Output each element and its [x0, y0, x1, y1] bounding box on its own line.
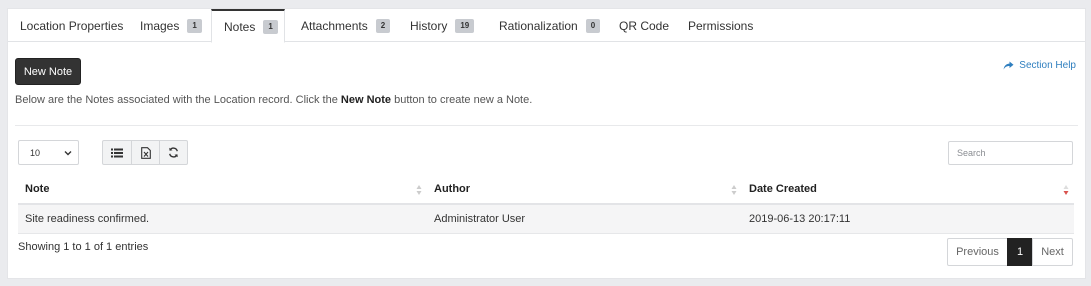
notes-panel: Location Properties Images 1 Notes 1 Att… — [7, 8, 1086, 279]
tab-label: Images — [140, 19, 180, 33]
description-before: Below are the Notes associated with the … — [15, 94, 341, 106]
sort-icon — [416, 185, 422, 195]
tab-label: Location Properties — [20, 19, 124, 33]
divider — [15, 125, 1078, 126]
tab-images[interactable]: Images 1 — [140, 9, 202, 43]
column-header-author[interactable]: Author — [427, 174, 742, 205]
count-badge: 1 — [263, 19, 278, 34]
count-badge: 0 — [585, 19, 601, 33]
pagination: Previous 1 Next — [947, 238, 1073, 266]
cell-date-created: 2019-06-13 20:17:11 — [742, 204, 1074, 234]
refresh-button[interactable] — [159, 140, 188, 165]
table-header-row: Note Author Date Created — [18, 174, 1074, 205]
column-label: Date Created — [749, 182, 817, 195]
table-row[interactable]: Site readiness confirmed. Administrator … — [18, 204, 1074, 234]
chevron-down-icon — [64, 151, 72, 156]
export-excel-button[interactable] — [131, 140, 160, 165]
sort-desc-icon — [1063, 185, 1069, 195]
entries-info: Showing 1 to 1 of 1 entries — [18, 241, 149, 253]
previous-page-button[interactable]: Previous — [947, 238, 1008, 266]
count-badge: 2 — [375, 19, 391, 33]
tab-bar: Location Properties Images 1 Notes 1 Att… — [8, 9, 1085, 43]
tab-notes[interactable]: Notes 1 — [211, 9, 285, 43]
sort-icon — [731, 185, 737, 195]
tab-label: QR Code — [619, 19, 670, 33]
description-text: Below are the Notes associated with the … — [15, 94, 532, 106]
section-help-label: Section Help — [1019, 60, 1076, 71]
excel-export-icon — [140, 146, 151, 159]
section-help-link[interactable]: Section Help — [1003, 60, 1076, 71]
tab-history[interactable]: History 19 — [410, 9, 475, 43]
tab-qr-code[interactable]: QR Code — [619, 9, 669, 43]
list-icon — [111, 148, 123, 157]
notes-table: Note Author Date Created Site readiness … — [18, 174, 1074, 234]
count-badge: 1 — [187, 19, 202, 33]
tab-permissions[interactable]: Permissions — [688, 9, 753, 43]
column-label: Author — [434, 182, 471, 195]
page-size-value: 10 — [30, 147, 41, 158]
tab-attachments[interactable]: Attachments 2 — [301, 9, 391, 43]
description-after: button to create new a Note. — [391, 94, 533, 106]
list-view-button[interactable] — [102, 140, 132, 165]
page-size-select[interactable]: 10 — [18, 140, 79, 165]
tab-label: Attachments — [301, 19, 368, 33]
column-header-date-created[interactable]: Date Created — [742, 174, 1074, 205]
search-input[interactable] — [948, 141, 1073, 165]
tab-label: History — [410, 19, 448, 33]
share-arrow-icon — [1003, 61, 1014, 70]
cell-author: Administrator User — [427, 204, 742, 234]
cell-note: Site readiness confirmed. — [18, 204, 427, 234]
column-header-note[interactable]: Note — [18, 174, 427, 205]
table-tools — [102, 140, 188, 165]
refresh-icon — [169, 147, 178, 158]
tab-location-properties[interactable]: Location Properties — [20, 9, 123, 43]
tab-label: Permissions — [688, 19, 754, 33]
column-label: Note — [25, 182, 50, 195]
next-page-button[interactable]: Next — [1032, 238, 1073, 266]
tab-rationalization[interactable]: Rationalization 0 — [499, 9, 601, 43]
tab-label: Rationalization — [499, 19, 578, 33]
description-bold: New Note — [340, 94, 392, 106]
tab-label: Notes — [224, 19, 256, 34]
count-badge: 19 — [455, 19, 475, 33]
new-note-button[interactable]: New Note — [15, 58, 81, 85]
page-1-button[interactable]: 1 — [1007, 238, 1033, 266]
